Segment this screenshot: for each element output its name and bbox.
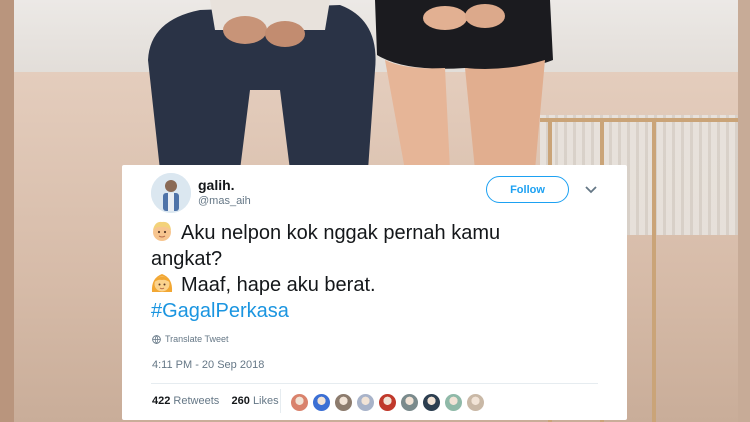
translate-tweet-link[interactable]: Translate Tweet — [152, 334, 229, 344]
liker-avatar[interactable] — [422, 393, 441, 412]
person-girl-emoji — [151, 274, 173, 292]
avatar-image — [151, 173, 191, 213]
liker-avatar[interactable] — [290, 393, 309, 412]
divider — [151, 383, 598, 384]
retweets-count[interactable]: 422 — [152, 395, 170, 407]
tweet-line: Maaf, hape aku berat. — [151, 272, 611, 298]
right-pillar — [738, 0, 750, 422]
likes-count[interactable]: 260 — [232, 395, 250, 407]
tweet-line: angkat? — [151, 246, 611, 272]
liker-avatar[interactable] — [312, 393, 331, 412]
liker-avatar[interactable] — [334, 393, 353, 412]
tweet-line: Aku nelpon kok nggak pernah kamu — [151, 220, 611, 246]
liker-avatars — [290, 393, 485, 412]
person-blond-emoji — [153, 221, 171, 241]
left-pillar — [0, 0, 14, 422]
liker-avatar[interactable] — [400, 393, 419, 412]
liker-avatar[interactable] — [466, 393, 485, 412]
user-handle[interactable]: @mas_aih — [198, 195, 251, 207]
tweet-line-text: angkat? — [151, 248, 223, 270]
tweet-stats: 422 Retweets 260 Likes — [152, 395, 279, 407]
liker-avatar[interactable] — [356, 393, 375, 412]
man-legs-image — [148, 0, 376, 170]
stats-separator — [280, 389, 281, 413]
liker-avatar[interactable] — [444, 393, 463, 412]
hashtag-link[interactable]: #GagalPerkasa — [151, 298, 611, 324]
display-name[interactable]: galih. — [198, 177, 235, 193]
chevron-down-icon[interactable] — [584, 185, 598, 195]
tweet-line-text: Aku nelpon kok nggak pernah kamu — [181, 222, 501, 244]
likes-label: Likes — [252, 395, 279, 407]
globe-icon — [152, 334, 161, 344]
woman-legs-image — [375, 0, 553, 170]
tweet-text: Aku nelpon kok nggak pernah kamu angkat?… — [151, 220, 611, 324]
follow-button[interactable]: Follow — [486, 176, 569, 203]
translate-label: Translate Tweet — [165, 334, 229, 344]
tweet-timestamp[interactable]: 4:11 PM - 20 Sep 2018 — [152, 359, 264, 371]
tweet-card: galih. @mas_aih Follow Aku nelpon kok ng… — [122, 165, 627, 420]
railing-bar — [540, 118, 750, 122]
liker-avatar[interactable] — [378, 393, 397, 412]
tweet-line-text: Maaf, hape aku berat. — [181, 274, 376, 296]
avatar[interactable] — [151, 173, 191, 213]
retweets-label: Retweets — [173, 395, 220, 407]
railing-bar — [652, 120, 656, 422]
